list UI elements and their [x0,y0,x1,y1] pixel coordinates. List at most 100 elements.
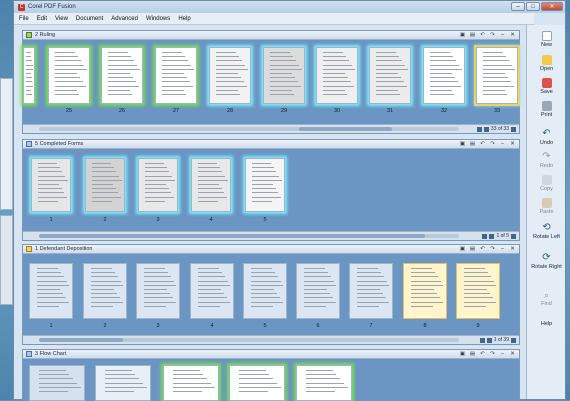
page-thumbnail[interactable] [229,365,285,401]
minimize-button[interactable]: – [511,2,525,11]
save-button[interactable]: Save [527,78,566,95]
menu-document[interactable]: Document [76,16,103,22]
scroll-thumb[interactable] [39,338,123,342]
collapse-icon[interactable]: – [499,351,506,357]
prev-page-icon[interactable] [483,126,489,132]
menu-help[interactable]: Help [178,16,190,22]
page-thumbnail[interactable] [29,263,73,319]
panel-header[interactable]: 5 Completed Forms ▣ ▤ ↶ ↷ – ✕ [23,140,519,149]
first-page-icon[interactable] [479,337,485,343]
title-bar[interactable]: C Corel PDF Fusion – □ ✕ [14,1,565,13]
page-thumbnail[interactable] [31,158,71,212]
page-thumbnail[interactable] [403,263,447,319]
close-button[interactable]: ✕ [541,2,563,11]
page-thumbnail[interactable] [23,47,35,104]
page-thumbnail[interactable] [245,158,285,212]
undo-small-icon[interactable]: ↶ [479,141,486,147]
page-thumbnail[interactable] [456,263,500,319]
print-small-icon[interactable]: ▤ [469,32,476,38]
page-thumbnail[interactable] [263,47,305,104]
open-button[interactable]: Open [527,55,566,72]
page-thumbnail[interactable] [296,365,352,401]
print-small-icon[interactable]: ▤ [469,351,476,357]
rotate-left-button[interactable]: ⟲ Rotate Left [527,223,566,241]
menu-edit[interactable]: Edit [37,16,47,22]
save-small-icon[interactable]: ▣ [459,351,466,357]
save-small-icon[interactable]: ▣ [459,246,466,252]
scroll-thumb[interactable] [39,234,426,238]
paste-button[interactable]: Paste [527,198,566,215]
text-line [198,167,220,169]
page-thumbnail[interactable] [85,158,125,212]
print-small-icon[interactable]: ▤ [469,246,476,252]
page-thumbnail[interactable] [138,158,178,212]
background-window[interactable] [0,78,13,210]
page-thumbnail[interactable] [95,365,151,401]
panel-header[interactable]: 3 Flow Chart ▣ ▤ ↶ ↷ – ✕ [23,350,519,359]
page-thumbnail[interactable] [136,263,180,319]
first-page-icon[interactable] [476,126,482,132]
save-small-icon[interactable]: ▣ [459,141,466,147]
next-page-icon[interactable] [511,126,516,132]
collapse-icon[interactable]: – [499,246,506,252]
page-thumbnail[interactable] [83,263,127,319]
page-thumbnail[interactable] [349,263,393,319]
collapse-icon[interactable]: – [499,32,506,38]
page-thumbnail[interactable] [155,47,197,104]
close-panel-icon[interactable]: ✕ [509,351,516,357]
new-button[interactable]: New [527,31,566,48]
undo-small-icon[interactable]: ↶ [479,351,486,357]
prev-page-icon[interactable] [486,337,492,343]
page-thumbnail[interactable] [101,47,143,104]
collapse-icon[interactable]: – [499,141,506,147]
background-window-lower[interactable] [0,215,13,305]
redo-small-icon[interactable]: ↷ [489,246,496,252]
copy-button[interactable]: Copy [527,175,566,192]
close-panel-icon[interactable]: ✕ [509,32,516,38]
horizontal-scrollbar[interactable] [39,127,459,131]
text-line [38,175,66,177]
horizontal-scrollbar[interactable] [39,338,459,342]
first-page-icon[interactable] [482,233,488,239]
text-line [104,378,140,380]
page-thumbnail[interactable] [296,263,340,319]
save-small-icon[interactable]: ▣ [459,32,466,38]
panel-header[interactable]: 1 Defendant Deposition ▣ ▤ ↶ ↷ – ✕ [23,245,519,254]
maximize-button[interactable]: □ [526,2,540,11]
print-button[interactable]: Print [527,101,566,118]
page-thumbnail[interactable] [209,47,251,104]
close-panel-icon[interactable]: ✕ [509,141,516,147]
help-button[interactable]: Help [527,321,566,327]
undo-small-icon[interactable]: ↶ [479,246,486,252]
menu-view[interactable]: View [55,16,68,22]
undo-button[interactable]: ↶ Undo [527,129,566,147]
redo-small-icon[interactable]: ↷ [489,32,496,38]
page-thumbnail[interactable] [369,47,411,104]
page-thumbnail[interactable] [243,263,287,319]
page-thumbnail[interactable] [29,365,85,401]
undo-small-icon[interactable]: ↶ [479,32,486,38]
prev-page-icon[interactable] [489,233,495,239]
next-page-icon[interactable] [511,337,516,343]
page-thumbnail[interactable] [423,47,465,104]
redo-small-icon[interactable]: ↷ [489,141,496,147]
panel-header[interactable]: 2 Ruling ▣ ▤ ↶ ↷ – ✕ [23,31,519,40]
print-small-icon[interactable]: ▤ [469,141,476,147]
horizontal-scrollbar[interactable] [39,234,459,238]
page-thumbnail[interactable] [163,365,219,401]
next-page-icon[interactable] [511,233,516,239]
scroll-thumb[interactable] [299,127,392,131]
menu-advanced[interactable]: Advanced [111,16,138,22]
find-button[interactable]: ⌕ Find [527,290,566,307]
menu-windows[interactable]: Windows [146,16,170,22]
page-thumbnail[interactable] [316,47,358,104]
menu-file[interactable]: File [19,16,29,22]
page-thumbnail[interactable] [48,47,90,104]
close-panel-icon[interactable]: ✕ [509,246,516,252]
page-thumbnail-selected[interactable] [474,45,520,106]
rotate-right-button[interactable]: ⟳ Rotate Right [527,253,566,271]
page-thumbnail[interactable] [191,158,231,212]
redo-button[interactable]: ↷ Redo [527,152,566,170]
redo-small-icon[interactable]: ↷ [489,351,496,357]
page-thumbnail[interactable] [190,263,234,319]
